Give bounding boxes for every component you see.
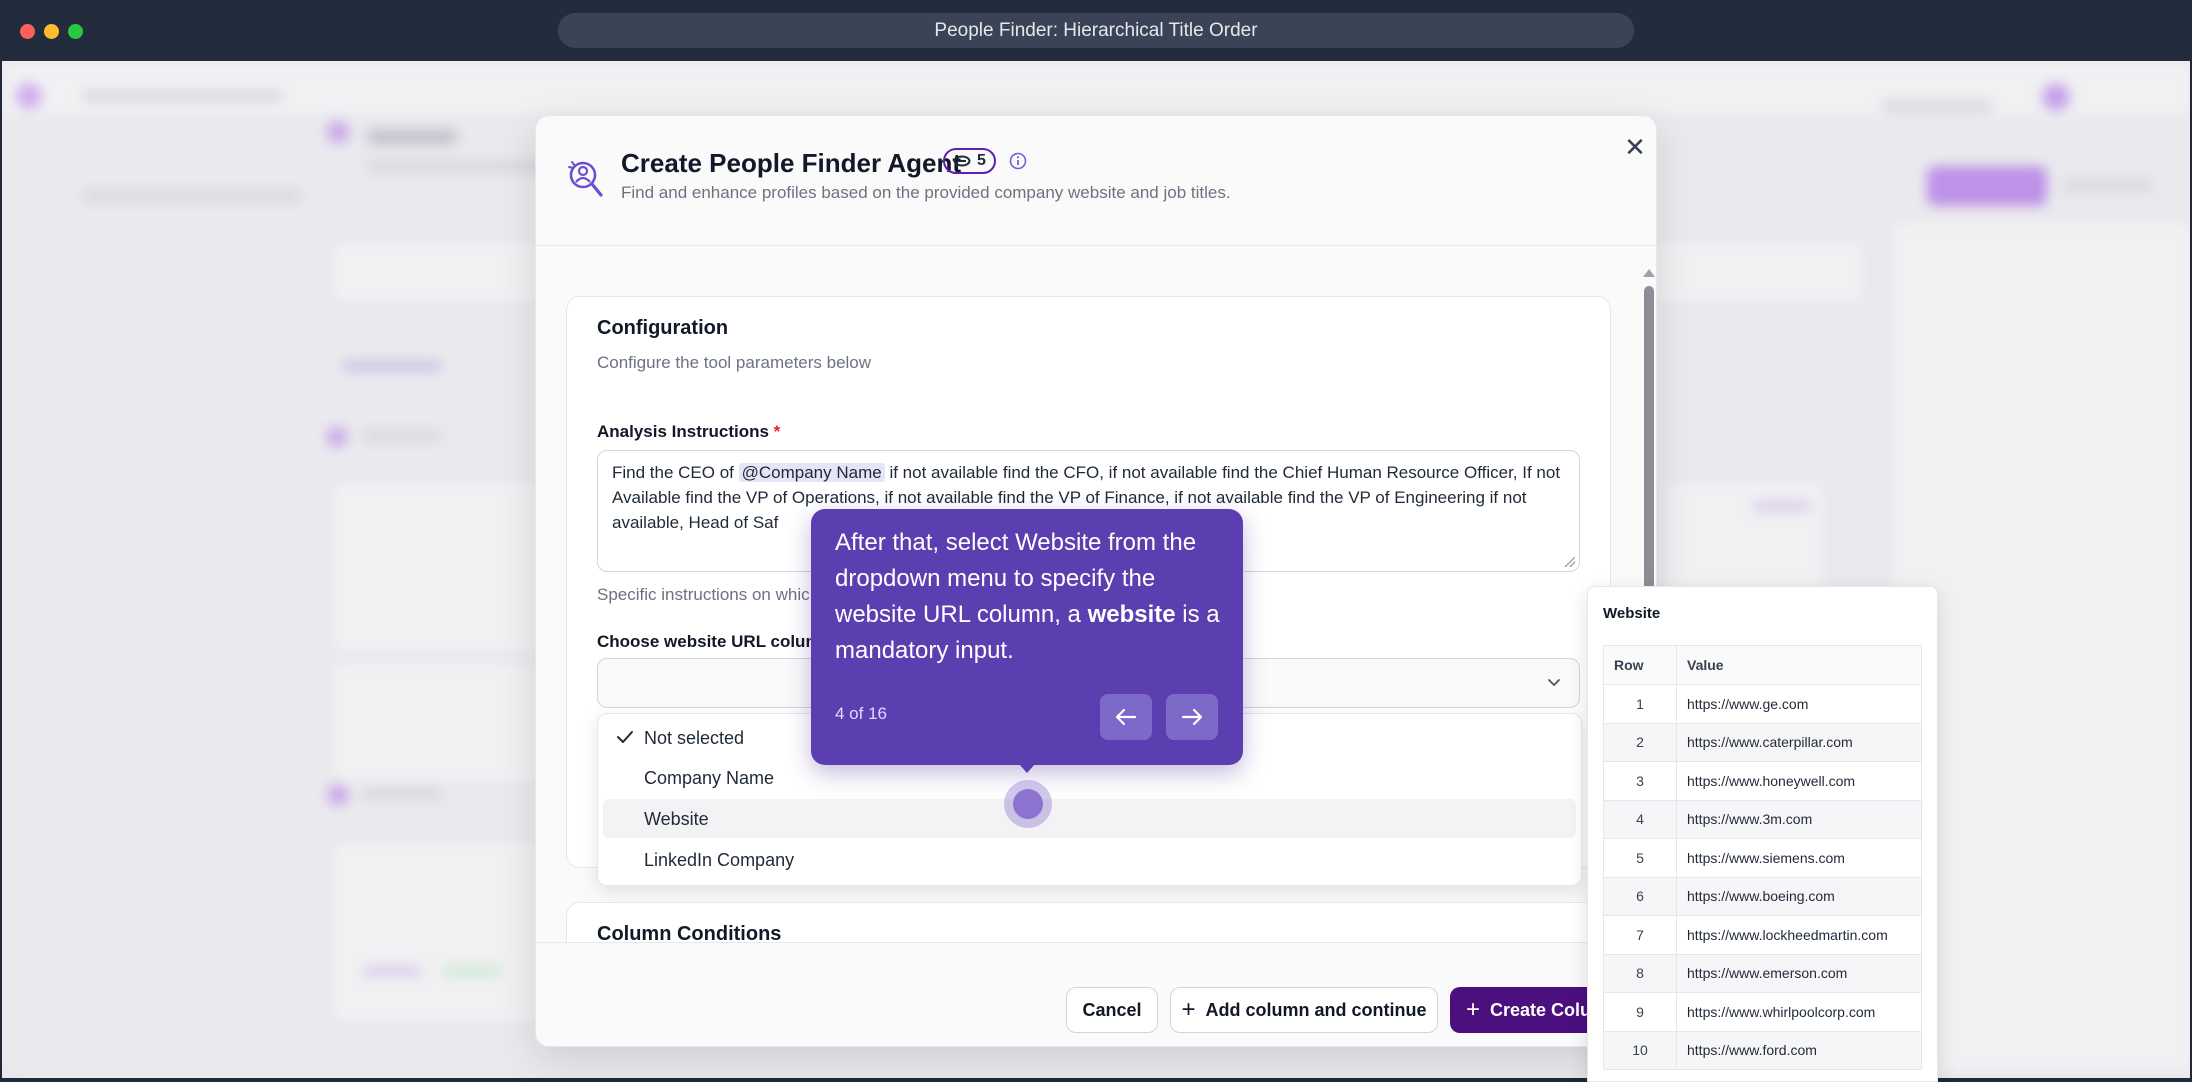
row-number: 9: [1603, 992, 1677, 1032]
row-number: 8: [1603, 953, 1677, 993]
row-value: https://www.emerson.com: [1676, 953, 1922, 993]
coin-icon: [953, 155, 971, 167]
close-icon[interactable]: ✕: [1621, 133, 1649, 161]
add-column-button-label: Add column and continue: [1205, 999, 1427, 1020]
row-number: 10: [1603, 1030, 1677, 1070]
row-number: 3: [1603, 761, 1677, 801]
plus-icon: +: [1466, 996, 1481, 1023]
website-column-preview: Website Row Value 1 https://www.ge.com 2h…: [1587, 586, 1938, 1082]
arrow-right-icon: [1181, 708, 1203, 726]
row-number: 1: [1603, 684, 1677, 724]
row-value: https://www.honeywell.com: [1676, 761, 1922, 801]
dropdown-option-linkedin-company[interactable]: LinkedIn Company: [603, 840, 1576, 879]
dropdown-option-website[interactable]: Website: [603, 799, 1576, 838]
table-row: 4 https://www.3m.com: [1603, 799, 1922, 839]
row-value: https://www.ford.com: [1676, 1030, 1922, 1070]
table-row: 8 https://www.emerson.com: [1603, 953, 1922, 993]
minimize-window-button[interactable]: [44, 24, 59, 39]
maximize-window-button[interactable]: [68, 24, 83, 39]
dropdown-option-label: Website: [644, 809, 709, 829]
info-icon[interactable]: [1008, 151, 1028, 171]
instructions-text-before: Find the CEO of: [612, 463, 739, 482]
scrollbar-thumb[interactable]: [1644, 286, 1654, 631]
row-value: https://www.boeing.com: [1676, 876, 1922, 916]
configuration-description: Configure the tool parameters below: [597, 353, 872, 372]
window-titlebar: People Finder: Hierarchical Title Order: [0, 0, 2192, 61]
table-row: 2 https://www.caterpillar.com: [1603, 722, 1922, 762]
cancel-button[interactable]: Cancel: [1066, 987, 1158, 1033]
row-number: 5: [1603, 838, 1677, 878]
tooltip-next-button[interactable]: [1166, 694, 1218, 740]
analysis-instructions-label: Analysis Instructions *: [597, 422, 780, 442]
click-indicator: [1004, 780, 1052, 828]
table-row: 9 https://www.whirlpoolcorp.com: [1603, 992, 1922, 1032]
dropdown-option-label: Company Name: [644, 768, 775, 788]
preview-title: Website: [1603, 605, 1661, 622]
plus-icon: +: [1181, 996, 1196, 1023]
table-row: 7 https://www.lockheedmartin.com: [1603, 915, 1922, 955]
row-number: 6: [1603, 876, 1677, 916]
tooltip-previous-button[interactable]: [1100, 694, 1152, 740]
walkthrough-tooltip: After that, select Website from the drop…: [811, 509, 1243, 765]
table-row: 1 https://www.ge.com: [1603, 684, 1922, 724]
row-number: 2: [1603, 722, 1677, 762]
tooltip-step-counter: 4 of 16: [835, 704, 887, 723]
dropdown-option-label: LinkedIn Company: [644, 850, 795, 870]
configuration-title: Configuration: [597, 317, 729, 339]
row-number: 7: [1603, 915, 1677, 955]
row-value: https://www.lockheedmartin.com: [1676, 915, 1922, 955]
window-title[interactable]: People Finder: Hierarchical Title Order: [558, 13, 1634, 48]
table-row: 5 https://www.siemens.com: [1603, 838, 1922, 878]
row-number: 4: [1603, 799, 1677, 839]
check-icon: [617, 731, 633, 743]
company-name-mention[interactable]: @Company Name: [738, 463, 885, 482]
create-column-button-label: Create Colu: [1490, 999, 1592, 1020]
instructions-helper-text: Specific instructions on whic: [597, 585, 810, 604]
people-finder-agent-icon: [568, 161, 603, 197]
row-value: https://www.caterpillar.com: [1676, 722, 1922, 762]
tooltip-text-bold: website: [1087, 601, 1176, 628]
required-mark: *: [773, 422, 781, 441]
credit-count: 5: [977, 152, 986, 169]
modal-subtitle: Find and enhance profiles based on the p…: [621, 183, 1231, 202]
credit-badge: 5: [943, 148, 996, 174]
cancel-button-label: Cancel: [1082, 999, 1142, 1020]
row-value: https://www.whirlpoolcorp.com: [1676, 992, 1922, 1032]
modal-title: Create People Finder Agent: [621, 148, 961, 178]
preview-column-header: Row: [1603, 645, 1677, 685]
row-value: https://www.siemens.com: [1676, 838, 1922, 878]
website-column-label: Choose website URL colum: [597, 632, 821, 651]
add-column-and-continue-button[interactable]: + Add column and continue: [1170, 987, 1438, 1033]
analysis-instructions-label-text: Analysis Instructions: [597, 422, 769, 441]
scroll-up-arrow-icon[interactable]: [1643, 269, 1655, 277]
preview-header-row: Row Value: [1603, 645, 1922, 685]
row-value: https://www.3m.com: [1676, 799, 1922, 839]
preview-table: Row Value 1 https://www.ge.com 2 https://w…: [1603, 645, 1922, 1070]
modal-footer: Cancel + Add column and continue + Creat…: [536, 942, 1656, 1046]
table-row: 10 https://www.ford.com: [1603, 1030, 1922, 1070]
close-window-button[interactable]: [20, 24, 35, 39]
tooltip-pointer: [1019, 764, 1035, 773]
modal-header: Create People Finder Agent 5 Find and en…: [536, 116, 1656, 246]
table-row: 3 https://www.honeywell.com: [1603, 761, 1922, 801]
arrow-left-icon: [1115, 708, 1137, 726]
chevron-down-icon: [1548, 679, 1560, 686]
dropdown-option-label: Not selected: [644, 728, 745, 748]
row-value: https://www.ge.com: [1676, 684, 1922, 724]
table-row: 6 https://www.boeing.com: [1603, 876, 1922, 916]
tooltip-text: After that, select Website from the drop…: [835, 525, 1227, 669]
preview-column-header: Value: [1676, 645, 1922, 685]
resize-handle-icon[interactable]: [1565, 557, 1575, 567]
